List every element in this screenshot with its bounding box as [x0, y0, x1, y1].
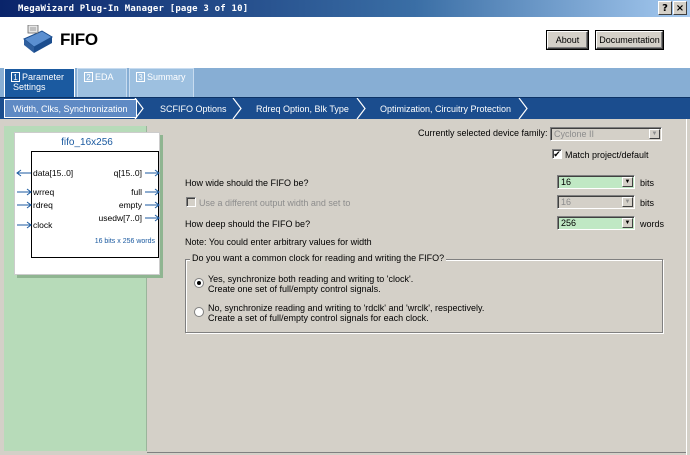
arbitrary-values-note: Note: You could enter arbitrary values f…	[185, 237, 372, 247]
about-button[interactable]: About	[547, 31, 588, 49]
tab-parameter-settings[interactable]: 1 Parameter Settings	[4, 68, 75, 97]
radio-async-separate-clocks[interactable]	[194, 307, 204, 317]
documentation-button[interactable]: Documentation	[596, 31, 663, 49]
crumb-width-clks-sync[interactable]: Width, Clks, Synchronization	[4, 99, 137, 118]
tab-number: 1	[11, 72, 20, 82]
device-family-value: Cyclone II	[554, 129, 595, 139]
pin-data: data[15..0]	[33, 168, 74, 178]
device-family-select[interactable]: Cyclone II ▼	[550, 127, 662, 141]
different-output-width-checkbox[interactable]	[186, 197, 196, 207]
crumb-optimization[interactable]: Optimization, Circuitry Protection	[380, 98, 511, 119]
right-edge	[686, 119, 690, 455]
pin-clock: clock	[33, 220, 53, 230]
pin-empty: empty	[118, 200, 142, 210]
chevron-right-icon	[134, 98, 144, 119]
width-select[interactable]: 16 ▼	[557, 175, 635, 189]
symbol-panel-top	[4, 119, 147, 126]
close-button[interactable]: ×	[673, 1, 687, 15]
chevron-right-icon	[356, 98, 366, 119]
pin-usedw: usedw[7..0]	[98, 213, 142, 223]
radio-dot	[197, 281, 201, 285]
tab-number: 2	[84, 72, 93, 82]
chevron-down-icon: ▼	[622, 197, 633, 207]
option-async-line2: Create a set of full/empty control signa…	[208, 313, 429, 323]
chevron-down-icon: ▼	[622, 177, 633, 187]
symbol-size-note: 16 bits x 256 words	[94, 238, 155, 245]
depth-label: How deep should the FIFO be?	[185, 219, 311, 229]
width-value: 16	[561, 177, 572, 187]
crumb-scfifo-options[interactable]: SCFIFO Options	[160, 98, 227, 119]
window-title: MegaWizard Plug-In Manager [page 3 of 10…	[18, 3, 249, 14]
chevron-down-icon: ▼	[622, 218, 633, 228]
tab-number: 3	[136, 72, 145, 82]
tab-bar: 1 Parameter Settings 2 EDA 3 Summary	[0, 68, 690, 97]
tab-summary[interactable]: 3 Summary	[129, 68, 194, 97]
pin-q: q[15..0]	[113, 168, 142, 178]
fifo-symbol: fifo_16x256 data[15..0] wrreq rdreq cloc…	[14, 132, 160, 275]
tab-label: Parameter	[22, 72, 65, 82]
output-width-unit: bits	[640, 198, 655, 208]
output-width-value: 16	[561, 197, 572, 207]
width-label: How wide should the FIFO be?	[185, 178, 309, 188]
clock-group-title: Do you want a common clock for reading a…	[190, 253, 447, 263]
chevron-right-icon	[232, 98, 242, 119]
tab-eda[interactable]: 2 EDA	[77, 68, 127, 97]
megawizard-logo-icon	[23, 25, 53, 53]
bottom-divider	[147, 452, 690, 453]
option-sync-line2: Create one set of full/empty control sig…	[208, 284, 381, 294]
depth-value: 256	[561, 218, 577, 228]
breadcrumb: Width, Clks, Synchronization SCFIFO Opti…	[0, 97, 690, 119]
different-output-width-label: Use a different output width and set to	[199, 198, 351, 208]
match-project-checkbox[interactable]: ✔	[552, 149, 562, 159]
radio-sync-common-clock[interactable]	[194, 278, 204, 288]
pin-rdreq: rdreq	[33, 200, 53, 210]
help-button[interactable]: ?	[658, 1, 672, 15]
option-async-line1: No, synchronize reading and writing to '…	[208, 303, 485, 313]
depth-select[interactable]: 256 ▼	[557, 216, 635, 230]
output-width-select[interactable]: 16 ▼	[557, 195, 635, 209]
tab-label-line2: Settings	[13, 82, 46, 92]
width-unit: bits	[640, 178, 655, 188]
pin-wrreq: wrreq	[33, 187, 55, 197]
device-family-label: Currently selected device family:	[418, 128, 548, 138]
crumb-rdreq-option[interactable]: Rdreq Option, Blk Type	[256, 98, 349, 119]
pin-full: full	[131, 187, 142, 197]
wizard-header: FIFO About Documentation	[0, 17, 690, 68]
tab-label: EDA	[95, 72, 114, 82]
option-sync-line1: Yes, synchronize both reading and writin…	[208, 274, 414, 284]
tab-label: Summary	[147, 72, 186, 82]
match-project-label: Match project/default	[565, 150, 649, 160]
chevron-right-icon	[518, 98, 528, 119]
window-title-bar: MegaWizard Plug-In Manager [page 3 of 10…	[0, 0, 690, 17]
depth-unit: words	[640, 219, 665, 229]
page-title: FIFO	[60, 30, 98, 49]
chevron-down-icon: ▼	[649, 129, 660, 139]
